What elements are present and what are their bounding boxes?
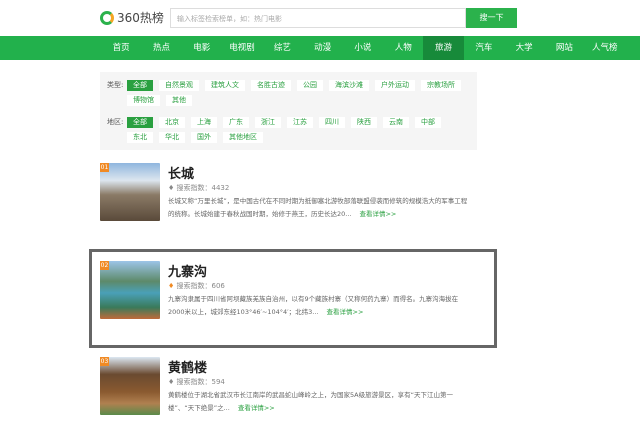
item-title[interactable]: 黄鹤楼 [168,357,207,376]
search-input[interactable]: 输入标签检索榜单，如：热门电影 [170,8,466,28]
nav-item[interactable]: 电影 [182,36,222,60]
filter-tag[interactable]: 云南 [383,117,409,128]
filter-tag[interactable]: 陕西 [351,117,377,128]
nav-item[interactable]: 动漫 [302,36,342,60]
type-label: 类型: [107,81,124,89]
nav-item[interactable]: 小说 [343,36,383,60]
flame-icon: ♦ [168,378,177,386]
nav-item[interactable]: 首页 [101,36,141,60]
filter-tag[interactable]: 其他 [166,95,192,106]
filter-tag[interactable]: 北京 [159,117,185,128]
filter-tag[interactable]: 全部 [127,117,153,128]
filter-tag[interactable]: 华北 [159,132,185,143]
nav-item[interactable]: 综艺 [262,36,302,60]
filter-tag[interactable]: 户外运动 [375,80,415,91]
filter-tag[interactable]: 公园 [297,80,323,91]
nav-item[interactable]: 人物 [383,36,423,60]
filter-tag[interactable]: 博物馆 [127,95,160,106]
nav-item[interactable]: 旅游 [423,36,464,60]
region-label: 地区: [107,118,124,126]
rank-badge: 03 [100,357,109,366]
filter-tag[interactable]: 宗教场所 [421,80,461,91]
nav-item[interactable]: 人气榜 [585,36,625,60]
filter-tag[interactable]: 中部 [415,117,441,128]
filter-tag[interactable]: 浙江 [255,117,281,128]
filter-tag[interactable]: 全部 [127,80,153,91]
filter-tag[interactable]: 其他地区 [223,132,263,143]
highlight-frame [89,249,497,348]
filter-tag[interactable]: 四川 [319,117,345,128]
filter-tag[interactable]: 东北 [127,132,153,143]
filter-panel: 类型: 全部 自然景观 建筑人文 名胜古迹 公园 海滨沙滩 户外运动 宗教场所 博物馆 其他 地区:… [100,72,477,150]
nav-item[interactable]: 网站 [544,36,584,60]
list-item[interactable]: 01 长城 ♦ 搜索指数：4432 长城又称“万里长城”，是中国古代在不同时期为… [100,163,480,223]
item-desc: 黄鹤楼位于湖北省武汉市长江南岸的武昌蛇山峰岭之上，为国家5A级旅游景区，享有“天… [168,391,453,412]
search-count: ♦ 搜索指数：4432 [168,184,230,192]
search-button[interactable]: 搜一下 [466,8,517,28]
nav-item[interactable]: 电视剧 [222,36,262,60]
logo-text: 360热榜 [117,11,164,25]
filter-tag[interactable]: 名胜古迹 [251,80,291,91]
filter-tag[interactable]: 广东 [223,117,249,128]
more-link[interactable]: 查看详情>> [238,404,275,412]
list-item[interactable]: 03 黄鹤楼 ♦ 搜索指数：594 黄鹤楼位于湖北省武汉市长江南岸的武昌蛇山峰岭… [100,357,480,417]
filter-tag[interactable]: 建筑人文 [205,80,245,91]
filter-tag[interactable]: 海滨沙滩 [329,80,369,91]
rank-badge: 01 [100,163,109,172]
thumbnail-image[interactable] [100,163,160,221]
item-title[interactable]: 长城 [168,163,194,182]
filter-tag[interactable]: 自然景观 [159,80,199,91]
filter-tag[interactable]: 上海 [191,117,217,128]
flame-icon: ♦ [168,184,177,192]
logo[interactable]: 360热榜 [100,9,164,26]
main-nav: 首页 热点 电影 电视剧 综艺 动漫 小说 人物 旅游 汽车 大学 网站 人气榜 [0,36,640,60]
nav-item[interactable]: 汽车 [464,36,504,60]
nav-item[interactable]: 大学 [504,36,544,60]
filter-tag[interactable]: 江苏 [287,117,313,128]
filter-tag[interactable]: 国外 [191,132,217,143]
thumbnail-image[interactable] [100,357,160,415]
search-count: ♦ 搜索指数：594 [168,378,225,386]
more-link[interactable]: 查看详情>> [359,210,396,218]
item-desc: 长城又称“万里长城”，是中国古代在不同时期为抵御塞北游牧部落联盟侵袭而修筑的规模… [168,197,468,218]
logo-icon [100,10,114,25]
nav-item[interactable]: 热点 [141,36,181,60]
